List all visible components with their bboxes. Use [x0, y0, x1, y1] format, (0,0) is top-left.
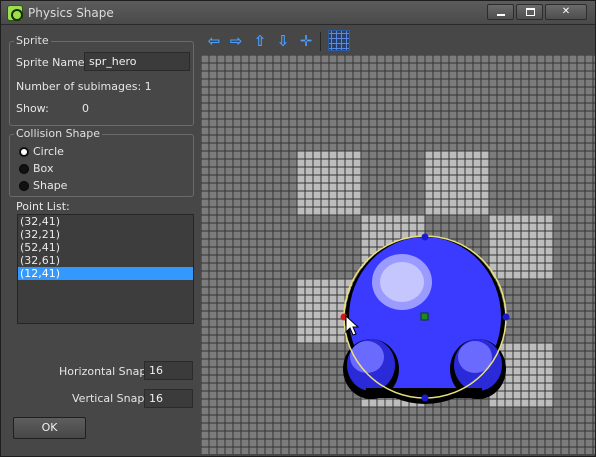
sprite-name-field[interactable]: [84, 52, 190, 71]
minimize-icon: [497, 14, 505, 16]
close-button[interactable]: ✕: [545, 4, 587, 20]
canvas-drawing[interactable]: [201, 55, 595, 454]
subimages-count-label: Number of subimages: 1: [16, 80, 152, 93]
center-cross-icon[interactable]: ✛: [297, 33, 315, 49]
minimize-button[interactable]: [487, 4, 514, 20]
radio-shape-indicator[interactable]: [19, 180, 29, 191]
arrow-up-icon[interactable]: ⇧: [251, 33, 269, 49]
list-item[interactable]: (32,41): [18, 215, 193, 228]
app-logo-icon: [7, 5, 23, 21]
radio-box-indicator[interactable]: [19, 163, 29, 174]
toolbar-divider: [320, 32, 321, 51]
maximize-icon: [526, 8, 535, 16]
ok-button[interactable]: OK: [13, 417, 86, 439]
arrow-right-icon[interactable]: ⇨: [227, 33, 245, 49]
show-label: Show:: [16, 102, 49, 115]
point-list-label: Point List:: [16, 200, 70, 213]
show-value[interactable]: 0: [82, 102, 89, 115]
vertical-snap-label: Vertical Snap:: [72, 392, 149, 405]
radio-box[interactable]: Box: [19, 162, 53, 175]
radio-circle[interactable]: Circle: [19, 145, 64, 158]
radio-circle-indicator[interactable]: [19, 146, 29, 157]
shape-editor-canvas[interactable]: [201, 55, 595, 454]
horizontal-snap-field[interactable]: [144, 361, 193, 380]
horizontal-snap-label: Horizontal Snap:: [59, 365, 151, 378]
physics-shape-window: Physics Shape ✕ Sprite Sprite Name: Numb…: [0, 0, 596, 457]
mouse-pointer-icon: [345, 315, 360, 336]
point-handle-right[interactable]: [502, 313, 510, 321]
radio-circle-label: Circle: [33, 145, 64, 158]
collision-shape-legend: Collision Shape: [14, 127, 103, 140]
sprite-name-label: Sprite Name:: [16, 56, 89, 69]
list-item[interactable]: (32,21): [18, 228, 193, 241]
title-bar[interactable]: Physics Shape ✕: [1, 1, 595, 25]
vertical-snap-field[interactable]: [144, 389, 193, 408]
center-point-handle[interactable]: [420, 312, 429, 321]
radio-shape[interactable]: Shape: [19, 179, 67, 192]
sprite-group-legend: Sprite: [14, 34, 51, 47]
list-item[interactable]: (32,61): [18, 254, 193, 267]
list-item-selected[interactable]: (12,41): [18, 267, 193, 280]
point-handle-top[interactable]: [421, 233, 429, 241]
close-icon: ✕: [561, 6, 571, 17]
radio-box-label: Box: [33, 162, 54, 175]
list-item[interactable]: (52,41): [18, 241, 193, 254]
point-handle-bottom[interactable]: [421, 394, 429, 402]
point-list[interactable]: (32,41) (32,21) (52,41) (32,61) (12,41): [17, 214, 194, 324]
arrow-left-icon[interactable]: ⇦: [205, 33, 223, 49]
arrow-down-icon[interactable]: ⇩: [274, 33, 292, 49]
toolbar: ⇦ ⇨ ⇧ ⇩ ✛: [201, 29, 595, 53]
radio-shape-label: Shape: [33, 179, 68, 192]
window-title: Physics Shape: [28, 6, 114, 20]
maximize-button[interactable]: [516, 4, 543, 20]
grid-toggle-icon[interactable]: [328, 30, 350, 51]
